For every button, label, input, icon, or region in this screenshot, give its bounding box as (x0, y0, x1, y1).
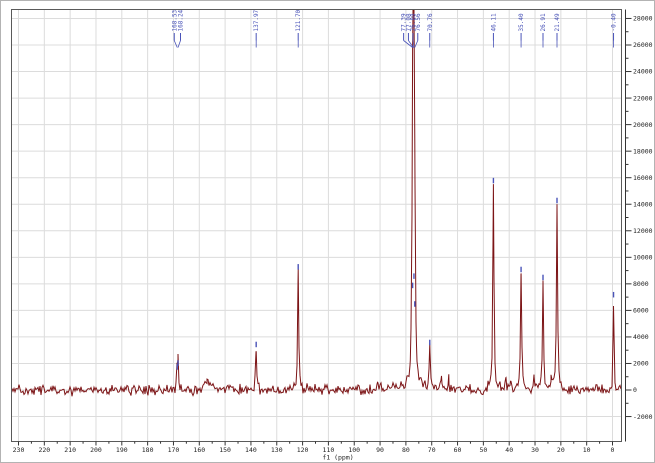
peak-label: 70.76 (427, 13, 434, 31)
plot-frame (11, 9, 622, 442)
x-tick-label: 20 (557, 446, 565, 454)
peak-label: 76.56 (415, 13, 422, 31)
x-axis: 230 220 210 200 190 180 170 160 150 140 130 120 110 1… (13, 441, 615, 462)
peak-annotations: 168.53 168.24 137.97 121.70 77.3977.0876.887… (171, 9, 618, 370)
peak-label: 46.11 (490, 13, 497, 31)
x-tick-label: 150 (219, 446, 231, 454)
y-tick-label: 26000 (633, 41, 653, 49)
spectrum-trace (11, 9, 622, 397)
peak-label: -0.40 (611, 13, 618, 31)
y-tick-label: 24000 (633, 68, 653, 76)
peak-label: 168.24 (178, 9, 185, 31)
y-tick-label: 8000 (633, 280, 649, 288)
y-tick-label: 22000 (633, 94, 653, 102)
x-tick-label: 10 (583, 446, 591, 454)
y-tick-label: 16000 (633, 174, 653, 182)
peak-connector (177, 40, 181, 48)
nmr-canvas[interactable]: 168.53 168.24 137.97 121.70 77.3977.0876.887… (1, 1, 655, 463)
y-tick-label: 12000 (633, 227, 653, 235)
peak-label: 121.70 (295, 9, 302, 31)
x-tick-label: 160 (193, 446, 205, 454)
x-tick-label: 90 (376, 446, 384, 454)
x-tick-label: 130 (271, 446, 283, 454)
plot-border (11, 9, 622, 442)
y-axis: 2800026000240002200020000180001600014000… (625, 9, 653, 442)
y-tick-label: 18000 (633, 147, 653, 155)
x-tick-label: 210 (64, 446, 76, 454)
gridlines (11, 9, 622, 442)
nmr-spectrum-window: 168.53 168.24 137.97 121.70 77.39 77.08 76.88 7… (0, 0, 655, 463)
peak-label: 137.97 (253, 9, 260, 31)
x-tick-label: 0 (611, 446, 615, 454)
peak-label: 21.49 (554, 13, 561, 31)
x-tick-label: 40 (505, 446, 513, 454)
y-tick-label: 20000 (633, 121, 653, 129)
x-tick-label: 190 (116, 446, 128, 454)
x-tick-label: 70 (428, 446, 436, 454)
y-tick-label: 4000 (633, 333, 649, 341)
x-tick-label: 30 (531, 446, 539, 454)
x-tick-label: 180 (142, 446, 154, 454)
x-tick-label: 200 (90, 446, 102, 454)
x-tick-label: 120 (297, 446, 309, 454)
y-tick-label: 10000 (633, 254, 653, 262)
x-tick-label: 170 (168, 446, 180, 454)
x-axis-title: f1 (ppm) (322, 454, 353, 462)
y-tick-label: 6000 (633, 307, 649, 315)
y-tick-label: -2000 (633, 413, 653, 421)
peak-connector (414, 40, 419, 48)
spectrum-line (11, 9, 622, 397)
x-tick-label: 140 (245, 446, 257, 454)
y-tick-label: 2000 (633, 360, 649, 368)
x-tick-label: 230 (13, 446, 25, 454)
x-tick-label: 80 (402, 446, 410, 454)
x-tick-label: 60 (454, 446, 462, 454)
y-tick-label: 28000 (633, 15, 653, 23)
x-tick-label: 50 (479, 446, 487, 454)
peak-label: 26.91 (540, 13, 547, 31)
peak-connector (173, 40, 178, 48)
y-tick-label: 0 (633, 386, 637, 394)
peak-label: 35.40 (518, 13, 525, 31)
y-tick-label: 14000 (633, 200, 653, 208)
x-tick-label: 220 (38, 446, 50, 454)
